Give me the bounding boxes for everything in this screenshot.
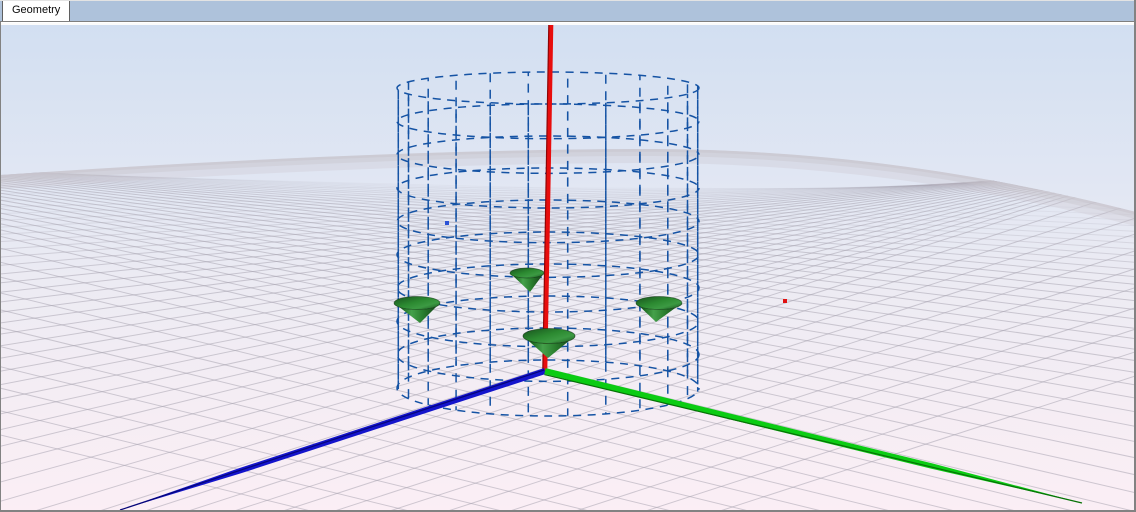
point-marker-red <box>783 299 787 303</box>
application-window: Geometry <box>0 0 1136 512</box>
cone-top <box>394 297 440 310</box>
tab-geometry[interactable]: Geometry <box>2 0 70 21</box>
point-marker-blue <box>445 221 449 225</box>
tab-bar-underline <box>0 23 1136 25</box>
tab-bar: Geometry <box>0 0 1136 22</box>
window-top-edge <box>0 0 1136 1</box>
cone-top <box>510 268 544 278</box>
cone-top <box>636 297 682 310</box>
tab-label: Geometry <box>12 4 60 16</box>
viewport-3d[interactable] <box>0 0 1136 512</box>
window-left-edge <box>0 22 1 512</box>
cone-top <box>523 329 575 344</box>
